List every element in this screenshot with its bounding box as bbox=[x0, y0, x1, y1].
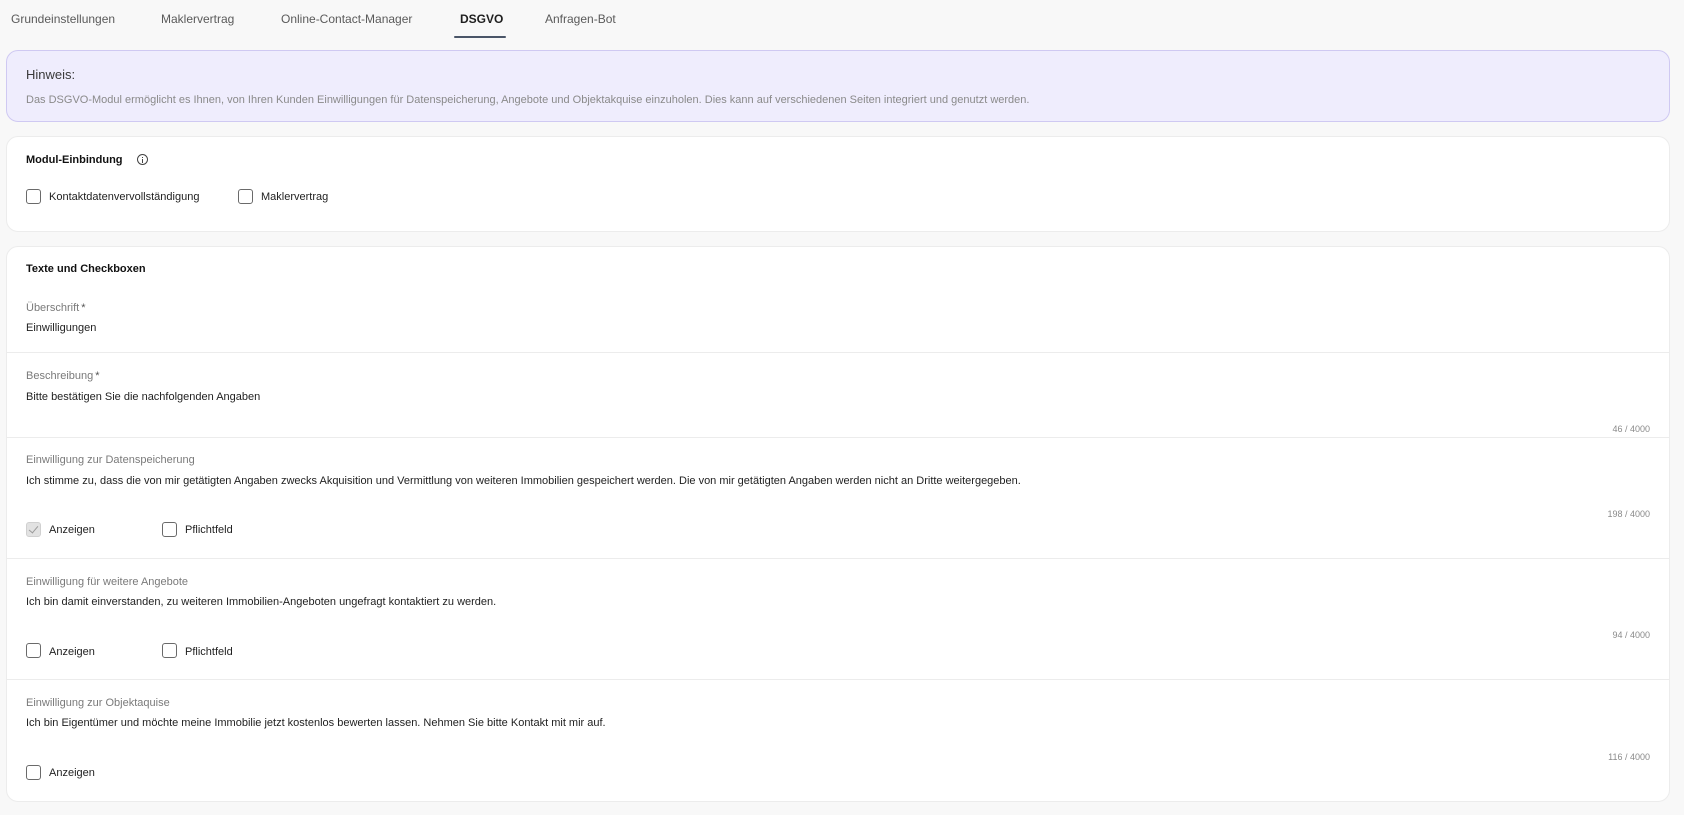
offers-required-checkbox[interactable] bbox=[162, 643, 177, 658]
offers-input[interactable]: Ich bin damit einverstanden, zu weiteren… bbox=[26, 596, 496, 608]
acquisition-label: Einwilligung zur Objektaquise bbox=[26, 697, 170, 709]
offers-show-checkbox[interactable] bbox=[26, 643, 41, 658]
tab-maklervertrag[interactable]: Maklervertrag bbox=[161, 0, 234, 38]
heading-label: Überschrift * bbox=[26, 302, 86, 314]
info-icon[interactable] bbox=[137, 154, 148, 165]
data-storage-required-label[interactable]: Pflichtfeld bbox=[185, 524, 233, 536]
acquisition-show-label[interactable]: Anzeigen bbox=[49, 767, 95, 779]
description-char-counter: 46 / 4000 bbox=[1612, 424, 1650, 434]
data-storage-label: Einwilligung zur Datenspeicherung bbox=[26, 454, 195, 466]
acquisition-input[interactable]: Ich bin Eigentümer und möchte meine Immo… bbox=[26, 717, 606, 729]
checkbox-kontaktdatenvervollstaendigung[interactable] bbox=[26, 189, 41, 204]
acquisition-char-counter: 116 / 4000 bbox=[1608, 752, 1650, 762]
tab-anfragen-bot[interactable]: Anfragen-Bot bbox=[545, 0, 616, 38]
checkbox-maklervertrag[interactable] bbox=[238, 189, 253, 204]
data-storage-input[interactable]: Ich stimme zu, dass die von mir getätigt… bbox=[26, 475, 1021, 487]
tab-dsgvo[interactable]: DSGVO bbox=[460, 0, 503, 38]
notice-box: Hinweis: Das DSGVO-Modul ermöglicht es I… bbox=[6, 50, 1670, 122]
description-input[interactable]: Bitte bestätigen Sie die nachfolgenden A… bbox=[26, 391, 260, 403]
data-storage-show-checkbox bbox=[26, 522, 41, 537]
acquisition-show-checkbox[interactable] bbox=[26, 765, 41, 780]
offers-required-label[interactable]: Pflichtfeld bbox=[185, 646, 233, 658]
module-integration-card: Modul-Einbindung Kontaktdatenvervollstän… bbox=[6, 136, 1670, 232]
tab-grundeinstellungen[interactable]: Grundeinstellungen bbox=[11, 0, 115, 38]
data-storage-char-counter: 198 / 4000 bbox=[1607, 509, 1650, 519]
notice-title: Hinweis: bbox=[26, 67, 76, 82]
offers-show-label[interactable]: Anzeigen bbox=[49, 646, 95, 658]
offers-label: Einwilligung für weitere Angebote bbox=[26, 576, 189, 588]
data-storage-show-label: Anzeigen bbox=[49, 524, 95, 536]
divider bbox=[7, 352, 1669, 353]
heading-input[interactable]: Einwilligungen bbox=[26, 322, 96, 334]
texts-checkboxes-title: Texte und Checkboxen bbox=[26, 263, 146, 275]
checkbox-label-maklervertrag[interactable]: Maklervertrag bbox=[261, 191, 328, 203]
divider bbox=[7, 558, 1669, 559]
tab-bar: Grundeinstellungen Maklervertrag Online-… bbox=[0, 0, 1684, 40]
description-label: Beschreibung * bbox=[26, 370, 100, 382]
texts-checkboxes-card: Texte und Checkboxen Überschrift * Einwil… bbox=[6, 246, 1670, 802]
divider bbox=[7, 437, 1669, 438]
notice-text: Das DSGVO-Modul ermöglicht es Ihnen, von… bbox=[26, 94, 1030, 106]
checkbox-label-kontaktdaten[interactable]: Kontaktdatenvervollständigung bbox=[49, 191, 199, 203]
divider bbox=[7, 679, 1669, 680]
module-integration-title: Modul-Einbindung bbox=[26, 154, 123, 166]
offers-char-counter: 94 / 4000 bbox=[1612, 630, 1650, 640]
active-tab-indicator bbox=[454, 36, 506, 38]
data-storage-required-checkbox[interactable] bbox=[162, 522, 177, 537]
tab-online-contact-manager[interactable]: Online-Contact-Manager bbox=[281, 0, 412, 38]
